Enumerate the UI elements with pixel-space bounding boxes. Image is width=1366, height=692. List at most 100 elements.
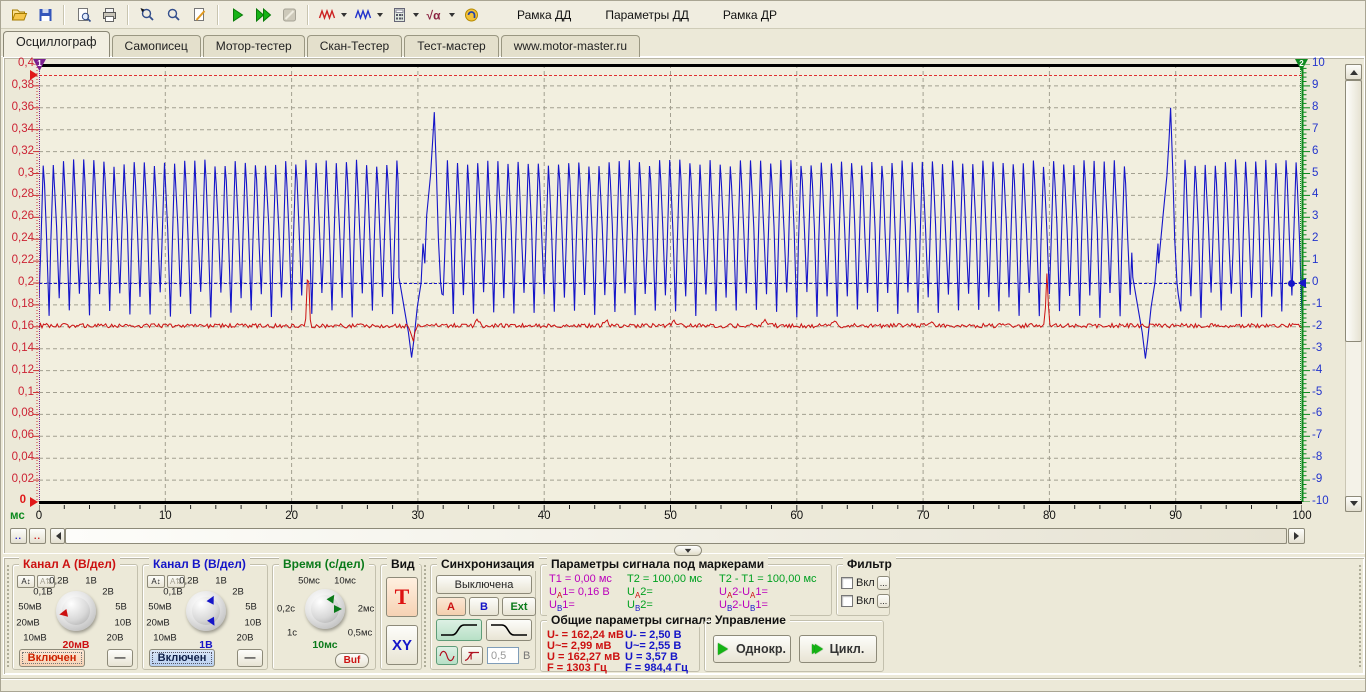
panel-gripper[interactable]: [1358, 564, 1363, 668]
math-menu-button[interactable]: √α: [423, 4, 447, 26]
dropdown-caret-icon[interactable]: [413, 13, 419, 20]
cycle-run-label: Цикл.: [830, 642, 865, 656]
oscilloscope-panel: 1 2 0 мс .. .. 0,40,380,360,340,320,30,2…: [3, 57, 1365, 554]
filter-settings-button[interactable]: ...: [877, 594, 890, 608]
filter-checkbox[interactable]: [841, 595, 853, 607]
scroll-right-button[interactable]: [1288, 528, 1305, 544]
sync-group: Синхронизация Выключена АВExt В: [430, 564, 536, 670]
panel-gripper[interactable]: [6, 564, 11, 668]
right-axis-tick-label: -8: [1312, 451, 1338, 463]
tab-2[interactable]: Самописец: [112, 35, 201, 57]
scroll-down-button[interactable]: [1345, 496, 1362, 512]
single-run-button[interactable]: Однокр.: [713, 635, 791, 663]
open-file-button[interactable]: [7, 4, 31, 26]
scroll-left-button[interactable]: [50, 528, 65, 544]
tab-6[interactable]: www.motor-master.ru: [501, 35, 640, 57]
knob-scale-label: 2мс: [358, 604, 375, 615]
sync-source-ext-button[interactable]: Ext: [502, 597, 536, 616]
marker-1-jump-button[interactable]: ..: [10, 528, 27, 544]
filter-settings-button[interactable]: ...: [877, 576, 890, 590]
application-window: √α Рамка ДД Параметры ДД Рамка ДР Осциллог…: [0, 0, 1366, 692]
channel-b-group: Канал В (В/дел) А↕ А⇅ 0,2В1В0,1В2В50мВ5В…: [142, 564, 268, 670]
scroll-up-button[interactable]: [1345, 64, 1362, 80]
signal-a-menu-button[interactable]: [315, 4, 339, 26]
channel-b-knob[interactable]: 0,2В1В0,1В2В50мВ5В20мВ10В10мВ20В1В: [143, 565, 269, 649]
sync-rising-edge-button[interactable]: [436, 619, 482, 641]
knob-scale-label: 2В: [232, 587, 244, 598]
zoom-button[interactable]: [161, 4, 185, 26]
sound-button[interactable]: [459, 4, 483, 26]
marker-params-group: Параметры сигнала под маркерами T1 = 0,0…: [540, 564, 832, 616]
channel-a-knob[interactable]: 0,2В1В0,1В2В50мВ5В20мВ10В10мВ20В20мВ: [13, 565, 139, 649]
start-cycle-button[interactable]: [251, 4, 275, 26]
sync-falling-edge-button[interactable]: [486, 619, 532, 641]
zoom-select-button[interactable]: [135, 4, 159, 26]
dropdown-caret-icon[interactable]: [449, 13, 455, 20]
timebase-knob[interactable]: 50мс10мс0,2с2мс1с0,5мс10мс: [273, 565, 377, 649]
knob-scale-label: 10мс: [334, 576, 356, 587]
tab-4[interactable]: Скан-Тестер: [307, 35, 403, 57]
x-axis-tick-label: 20: [275, 510, 309, 522]
x-axis-tick-label: 60: [780, 510, 814, 522]
sync-source-в-button[interactable]: В: [469, 597, 499, 616]
right-axis-tick-label: 8: [1312, 101, 1338, 113]
toolbar-separator: [217, 5, 219, 25]
knob-scale-label: 50мВ: [18, 602, 41, 613]
report-button[interactable]: [187, 4, 211, 26]
marker-2-jump-button[interactable]: ..: [29, 528, 46, 544]
pause-button[interactable]: [277, 4, 301, 26]
trigger-level-line[interactable]: [39, 75, 1302, 76]
dropdown-caret-icon[interactable]: [377, 13, 383, 20]
knob-scale-label: 0,2В: [49, 576, 69, 587]
channel-b-knob-dial[interactable]: [186, 591, 226, 631]
collapse-panel-button[interactable]: [674, 545, 702, 556]
panel-gripper[interactable]: [423, 564, 428, 668]
time-selected-value: 10мс: [312, 639, 337, 651]
right-axis-tick-label: -1: [1312, 298, 1338, 310]
print-preview-button[interactable]: [71, 4, 95, 26]
signal-b-menu-button[interactable]: [351, 4, 375, 26]
channel-b-zero-line[interactable]: [39, 283, 1302, 284]
knob-scale-label: 1В: [85, 576, 97, 587]
tab-3[interactable]: Мотор-тестер: [203, 35, 305, 57]
channel-b-power-button[interactable]: Включен: [149, 649, 215, 667]
sync-off-button[interactable]: Выключена: [436, 575, 532, 594]
plot-area[interactable]: [39, 64, 1302, 502]
channel-a-power-button[interactable]: Включен: [19, 649, 85, 667]
horizontal-scrollbar-thumb[interactable]: [65, 528, 1287, 544]
view-xy-button[interactable]: XY: [386, 625, 418, 665]
menu-item-1[interactable]: Рамка ДД: [515, 6, 573, 24]
play-icon: [815, 644, 828, 654]
sync-level-input[interactable]: [487, 647, 519, 664]
dropdown-caret-icon[interactable]: [341, 13, 347, 20]
save-button[interactable]: [33, 4, 57, 26]
view-t-button[interactable]: Т: [386, 577, 418, 617]
channel-a-zero-arrow[interactable]: [30, 497, 43, 507]
menu-item-3[interactable]: Рамка ДР: [721, 6, 779, 24]
start-button[interactable]: [225, 4, 249, 26]
x-axis-tick-label: 80: [1032, 510, 1066, 522]
right-axis-tick-label: 4: [1312, 188, 1338, 200]
left-axis-tick-label: 0,32: [4, 145, 34, 157]
tab-1[interactable]: Осциллограф: [3, 31, 110, 57]
cycle-run-button[interactable]: Цикл.: [799, 635, 877, 663]
menu-item-2[interactable]: Параметры ДД: [603, 6, 691, 24]
buffer-button[interactable]: Buf: [335, 653, 369, 668]
calculator-menu-button[interactable]: [387, 4, 411, 26]
right-axis-tick-label: -3: [1312, 342, 1338, 354]
filter-checkbox[interactable]: [841, 577, 853, 589]
vertical-scrollbar-thumb[interactable]: [1345, 80, 1362, 342]
sync-mode-level-button[interactable]: [461, 646, 483, 665]
trigger-level-arrow[interactable]: [30, 70, 43, 80]
right-axis-tick-label: 3: [1312, 210, 1338, 222]
tab-5[interactable]: Тест-мастер: [404, 35, 498, 57]
sync-mode-wave-button[interactable]: [436, 646, 458, 665]
knob-scale-label: 10В: [245, 618, 262, 629]
left-axis-tick-label: 0,1: [4, 386, 34, 398]
channel-b-minus-button[interactable]: —: [237, 649, 263, 667]
toolbar: √α Рамка ДД Параметры ДД Рамка ДР: [1, 1, 1366, 29]
channel-a-minus-button[interactable]: —: [107, 649, 133, 667]
sync-source-а-button[interactable]: А: [436, 597, 466, 616]
marker-1-line[interactable]: [39, 64, 40, 502]
print-button[interactable]: [97, 4, 121, 26]
